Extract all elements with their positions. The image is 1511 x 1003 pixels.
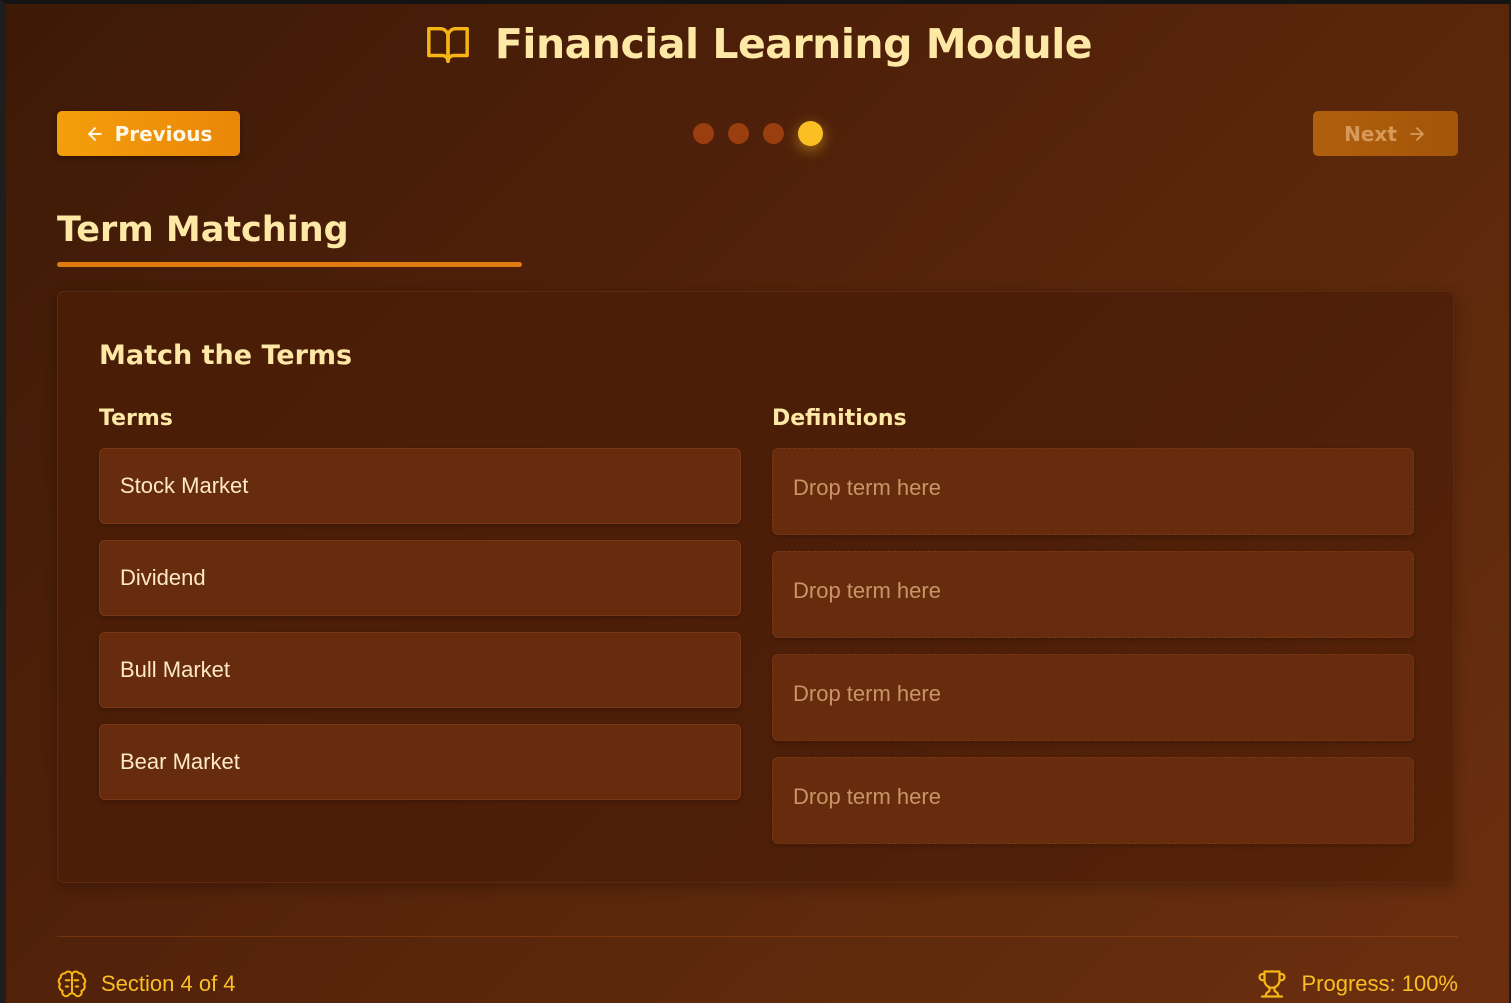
progress-text: Progress: 100%: [1301, 971, 1458, 996]
navigation-bar: Previous Next: [57, 111, 1458, 157]
arrow-left-icon: [87, 126, 102, 141]
step-dot-3[interactable]: [762, 123, 784, 144]
term-item-dividend[interactable]: Dividend: [99, 540, 741, 616]
term-item-bull-market[interactable]: Bull Market: [99, 632, 741, 708]
step-dot-1[interactable]: [692, 123, 714, 144]
exercise-heading: Match the Terms: [99, 340, 353, 371]
term-item-bear-market[interactable]: Bear Market: [99, 724, 741, 800]
section-counter: Section 4 of 4: [57, 969, 236, 999]
terms-column-label: Terms: [99, 406, 173, 431]
drop-zone-4[interactable]: Drop term here: [772, 757, 1414, 844]
terms-list: Stock Market Dividend Bull Market Bear M…: [99, 448, 741, 816]
section-counter-text: Section 4 of 4: [101, 971, 236, 996]
section-title: Term Matching: [57, 210, 349, 250]
definitions-list: Drop term here Drop term here Drop term …: [772, 448, 1414, 860]
drop-zone-2[interactable]: Drop term here: [772, 551, 1414, 638]
section-title-underline: [57, 262, 522, 267]
arrow-right-icon: [1410, 126, 1424, 141]
definitions-column-label: Definitions: [772, 406, 907, 431]
previous-button[interactable]: Previous: [57, 111, 240, 156]
next-button-label: Next: [1344, 121, 1397, 146]
drop-zone-1[interactable]: Drop term here: [772, 448, 1414, 535]
step-dot-4-active[interactable]: [797, 121, 823, 146]
app-window: Financial Learning Module Previous Next …: [0, 0, 1511, 1003]
previous-button-label: Previous: [114, 121, 213, 146]
footer-divider: [57, 936, 1458, 937]
matching-card: Match the Terms Terms Definitions Stock …: [57, 291, 1454, 883]
step-dot-2[interactable]: [727, 123, 749, 144]
page-title: Financial Learning Module: [494, 20, 1093, 68]
header: Financial Learning Module: [6, 14, 1509, 74]
next-button[interactable]: Next: [1313, 111, 1458, 156]
term-item-stock-market[interactable]: Stock Market: [99, 448, 741, 524]
book-open-icon: [423, 21, 473, 67]
trophy-icon: [1258, 970, 1287, 998]
step-indicator: [692, 121, 823, 146]
drop-zone-3[interactable]: Drop term here: [772, 654, 1414, 741]
brain-icon: [57, 970, 87, 998]
progress-indicator: Progress: 100%: [1257, 969, 1458, 999]
